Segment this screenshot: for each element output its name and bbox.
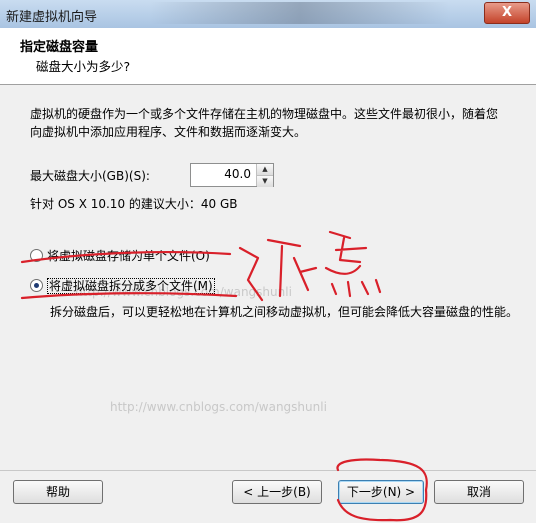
disk-size-label: 最大磁盘大小(GB)(S): [30,169,150,183]
title-bar: 新建虚拟机向导 X [0,0,536,29]
recommended-size: 针对 OS X 10.10 的建议大小：40 GB [30,197,238,211]
radio-multi-icon[interactable] [30,279,43,292]
radio-single-label: 将虚拟磁盘存储为单个文件(O) [47,249,210,263]
stepper-buttons: ▲ ▼ [256,164,273,187]
stepper-down-icon[interactable]: ▼ [257,176,273,187]
page-subtitle: 磁盘大小为多少? [36,59,131,74]
stepper-up-icon[interactable]: ▲ [257,164,273,176]
radio-multi-file[interactable]: 将虚拟磁盘拆分成多个文件(M) [30,277,215,294]
watermark-text-2: http://www.cnblogs.com/wangshunli [110,400,327,414]
multi-file-description: 拆分磁盘后，可以更轻松地在计算机之间移动虚拟机，但可能会降低大容量磁盘的性能。 [50,305,519,319]
wizard-header: 指定磁盘容量 磁盘大小为多少? [0,28,536,85]
close-button[interactable]: X [484,2,530,24]
disk-size-input[interactable]: 40.0 [224,167,251,181]
window-title: 新建虚拟机向导 [6,10,98,25]
description-text: 虚拟机的硬盘作为一个或多个文件存储在主机的物理磁盘中。这些文件最初很小，随着您向… [30,107,499,139]
disk-size-stepper[interactable]: 40.0 ▲ ▼ [190,163,274,187]
footer-divider [0,470,536,471]
help-button[interactable]: 帮助 [13,480,103,504]
radio-single-file[interactable]: 将虚拟磁盘存储为单个文件(O) [30,247,210,264]
back-button[interactable]: < 上一步(B) [232,480,322,504]
blurred-area [150,2,450,24]
radio-single-icon[interactable] [30,249,43,262]
next-button[interactable]: 下一步(N) > [338,480,424,504]
cancel-button[interactable]: 取消 [434,480,524,504]
page-title: 指定磁盘容量 [20,40,99,55]
radio-multi-label: 将虚拟磁盘拆分成多个文件(M) [47,278,215,294]
